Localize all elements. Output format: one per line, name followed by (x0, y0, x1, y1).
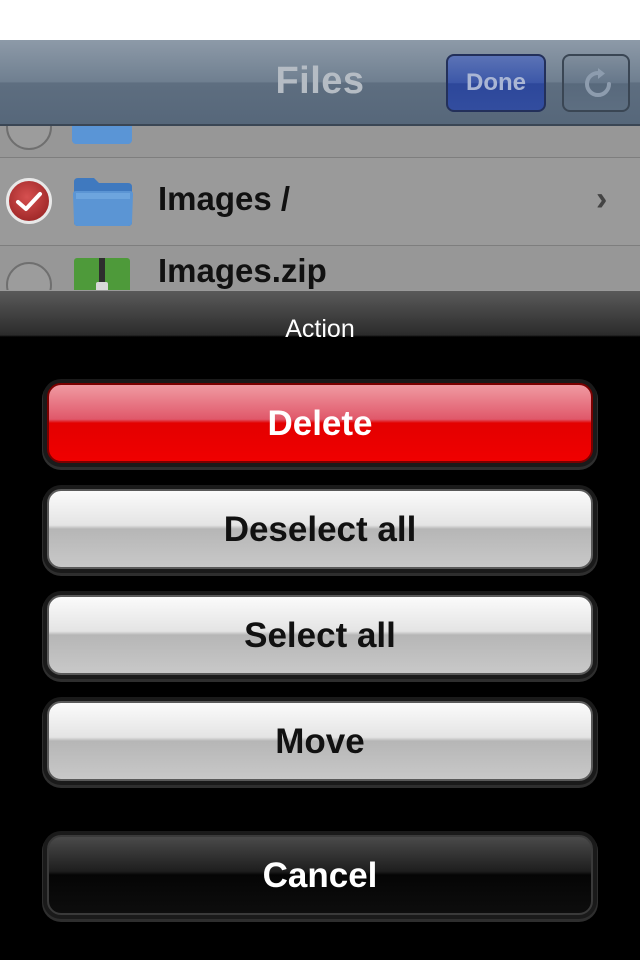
row-label: Images / (158, 180, 291, 217)
action-sheet: Action Delete Deselect all Select all Mo… (0, 290, 640, 960)
chevron-right-icon: › (596, 180, 608, 218)
list-item[interactable]: Images / › (0, 158, 640, 246)
action-sheet-title: Action (285, 315, 355, 343)
checkmark-icon (16, 192, 42, 211)
navigation-bar: Files Done (0, 40, 640, 126)
delete-button[interactable]: Delete (47, 383, 593, 463)
deselect-all-button[interactable]: Deselect all (47, 489, 593, 569)
refresh-icon (585, 68, 611, 97)
select-all-button[interactable]: Select all (47, 595, 593, 675)
zip-file-icon (74, 258, 130, 290)
list-item[interactable]: Images.zip (0, 246, 640, 290)
screen: Files Done Images / › Images.zip Action … (0, 0, 640, 960)
selected-checkmark[interactable] (6, 178, 52, 224)
file-list: Images / › Images.zip (0, 126, 640, 290)
row-label: Images.zip (158, 252, 327, 289)
move-button[interactable]: Move (47, 701, 593, 781)
list-item[interactable] (0, 126, 640, 158)
folder-icon (73, 178, 133, 226)
cancel-button[interactable]: Cancel (47, 835, 593, 915)
folder-icon (72, 126, 132, 144)
refresh-button[interactable] (562, 54, 630, 112)
selection-circle[interactable] (6, 126, 52, 150)
done-button[interactable]: Done (446, 54, 546, 112)
selection-circle[interactable] (6, 262, 52, 290)
